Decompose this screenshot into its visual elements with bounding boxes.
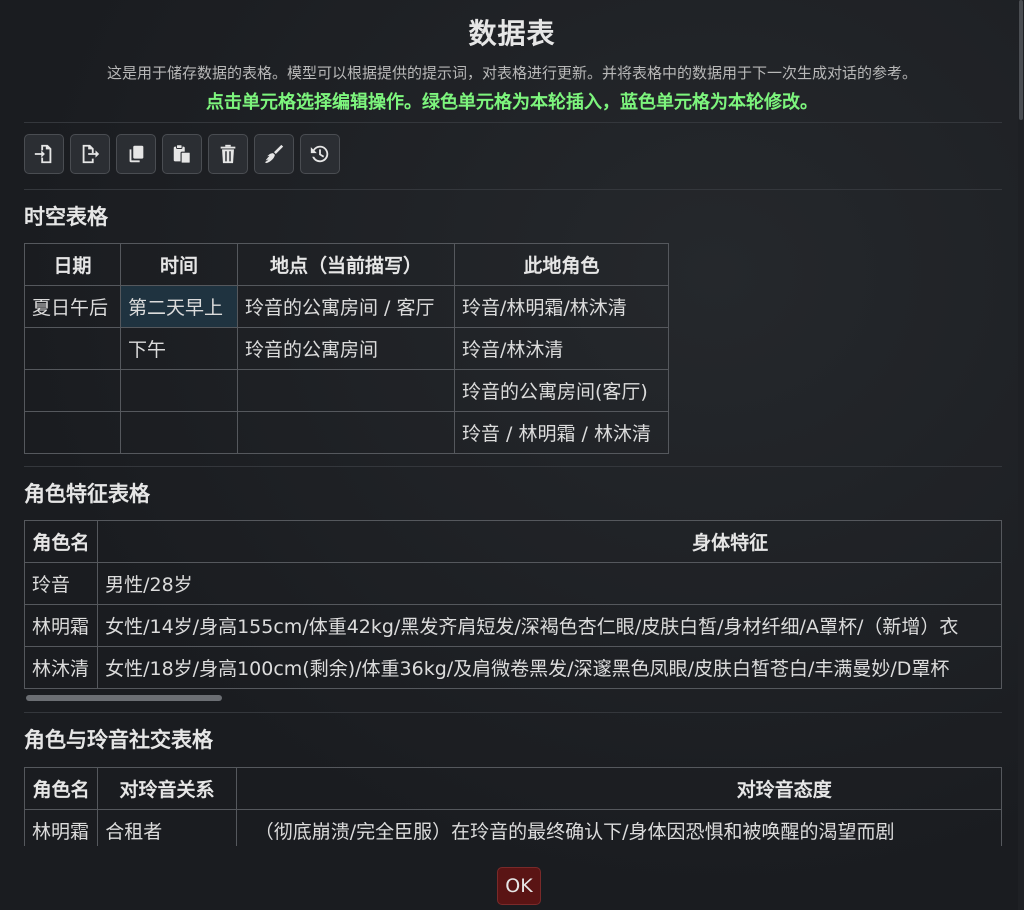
section-title-traits: 角色特征表格 [24,482,150,506]
column-header: 角色名 [24,520,99,563]
table-cell[interactable]: 林沐清 [24,646,99,689]
divider [24,189,1002,190]
column-header: 对玲音关系 [97,767,237,810]
delete-button[interactable] [208,134,248,174]
traits-table-viewport[interactable]: 角色名 身体特征 玲音 男性/28岁 林明霜 女性/14岁/身高155cm/体重… [24,520,1002,692]
table-cell[interactable]: 玲音/林明霜/林沐清 [454,285,669,328]
broom-icon [264,144,284,164]
table-row: 夏日午后 第二天早上 玲音的公寓房间 / 客厅 玲音/林明霜/林沐清 [24,285,669,328]
copy-button[interactable] [116,134,156,174]
column-header: 角色名 [24,767,99,810]
divider [24,466,1002,467]
table-cell[interactable] [24,411,121,454]
paste-icon [173,144,191,164]
section-title-spacetime: 时空表格 [24,205,108,229]
table-cell[interactable] [237,369,455,412]
table-cell-selected[interactable]: 第二天早上 [120,285,238,328]
section-title-social: 角色与玲音社交表格 [24,728,213,752]
table-header-row: 角色名 身体特征 [24,520,1002,563]
social-table-viewport[interactable]: 角色名 对玲音关系 对玲音态度 林明霜 合租者 （彻底崩溃/完全臣服）在玲音的最… [24,767,1002,846]
table-header-row: 日期 时间 地点（当前描写） 此地角色 [24,243,669,286]
export-icon [82,144,100,164]
copy-icon [129,145,144,163]
data-table-dialog: 数据表 这是用于储存数据的表格。模型可以根据提供的提示词，对表格进行更新。并将表… [0,0,1024,910]
horizontal-scrollbar-thumb[interactable] [26,695,222,701]
ok-button[interactable]: OK [497,867,541,905]
import-button[interactable] [24,134,64,174]
table-cell[interactable]: 林明霜 [24,809,99,846]
column-header: 地点（当前描写） [237,243,455,286]
table-cell[interactable]: 玲音的公寓房间(客厅) [454,369,669,412]
page-title: 数据表 [468,17,556,50]
table-cell[interactable] [120,411,238,454]
table-cell[interactable] [120,369,238,412]
page-scrollbar[interactable] [1018,0,1024,910]
table-row: 林沐清 女性/18岁/身高100cm(剩余)/体重36kg/及肩微卷黑发/深邃黑… [24,646,1002,689]
table-cell[interactable] [24,369,121,412]
table-cell[interactable]: 玲音 / 林明霜 / 林沐清 [454,411,669,454]
table-row: 玲音 男性/28岁 [24,562,1002,605]
page-description: 这是用于储存数据的表格。模型可以根据提供的提示词，对表格进行更新。并将表格中的数… [106,64,917,82]
clear-button[interactable] [254,134,294,174]
history-button[interactable] [300,134,340,174]
table-cell[interactable]: 玲音/林沐清 [454,327,669,370]
table-cell[interactable]: 玲音 [24,562,99,605]
edit-hint: 点击单元格选择编辑操作。绿色单元格为本轮插入，蓝色单元格为本轮修改。 [206,92,818,113]
table-cell[interactable]: （彻底崩溃/完全臣服）在玲音的最终确认下/身体因恐惧和被唤醒的渴望而剧 [235,809,1002,846]
table-cell[interactable] [24,327,121,370]
table-cell[interactable]: 林明霜 [24,604,99,647]
toolbar [24,134,340,174]
column-header: 对玲音态度 [235,767,1002,810]
import-icon [34,144,52,164]
column-header: 此地角色 [454,243,669,286]
table-cell[interactable]: 夏日午后 [24,285,121,328]
paste-button[interactable] [162,134,202,174]
traits-table: 角色名 身体特征 玲音 男性/28岁 林明霜 女性/14岁/身高155cm/体重… [24,520,1002,689]
table-header-row: 角色名 对玲音关系 对玲音态度 [24,767,1002,810]
export-button[interactable] [70,134,110,174]
table-row: 下午 玲音的公寓房间 玲音/林沐清 [24,327,669,370]
spacetime-table: 日期 时间 地点（当前描写） 此地角色 夏日午后 第二天早上 玲音的公寓房间 /… [24,243,669,454]
table-cell[interactable]: 女性/18岁/身高100cm(剩余)/体重36kg/及肩微卷黑发/深邃黑色凤眼/… [97,646,1002,689]
table-cell[interactable]: 玲音的公寓房间 [237,327,455,370]
column-header: 身体特征 [97,520,1002,563]
table-cell[interactable]: 合租者 [97,809,237,846]
divider [24,122,1002,123]
history-icon [310,145,329,163]
table-row: 林明霜 女性/14岁/身高155cm/体重42kg/黑发齐肩短发/深褐色杏仁眼/… [24,604,1002,647]
column-header: 时间 [120,243,238,286]
table-cell[interactable] [237,411,455,454]
table-cell[interactable]: 玲音的公寓房间 / 客厅 [237,285,455,328]
table-cell[interactable]: 男性/28岁 [97,562,1002,605]
social-table: 角色名 对玲音关系 对玲音态度 林明霜 合租者 （彻底崩溃/完全臣服）在玲音的最… [24,767,1002,846]
table-cell[interactable]: 女性/14岁/身高155cm/体重42kg/黑发齐肩短发/深褐色杏仁眼/皮肤白皙… [97,604,1002,647]
table-row: 玲音 / 林明霜 / 林沐清 [24,411,669,454]
table-cell[interactable]: 下午 [120,327,238,370]
table-row: 林明霜 合租者 （彻底崩溃/完全臣服）在玲音的最终确认下/身体因恐惧和被唤醒的渴… [24,809,1002,846]
trash-icon [220,144,236,164]
divider [24,712,1002,713]
column-header: 日期 [24,243,121,286]
table-row: 玲音的公寓房间(客厅) [24,369,669,412]
